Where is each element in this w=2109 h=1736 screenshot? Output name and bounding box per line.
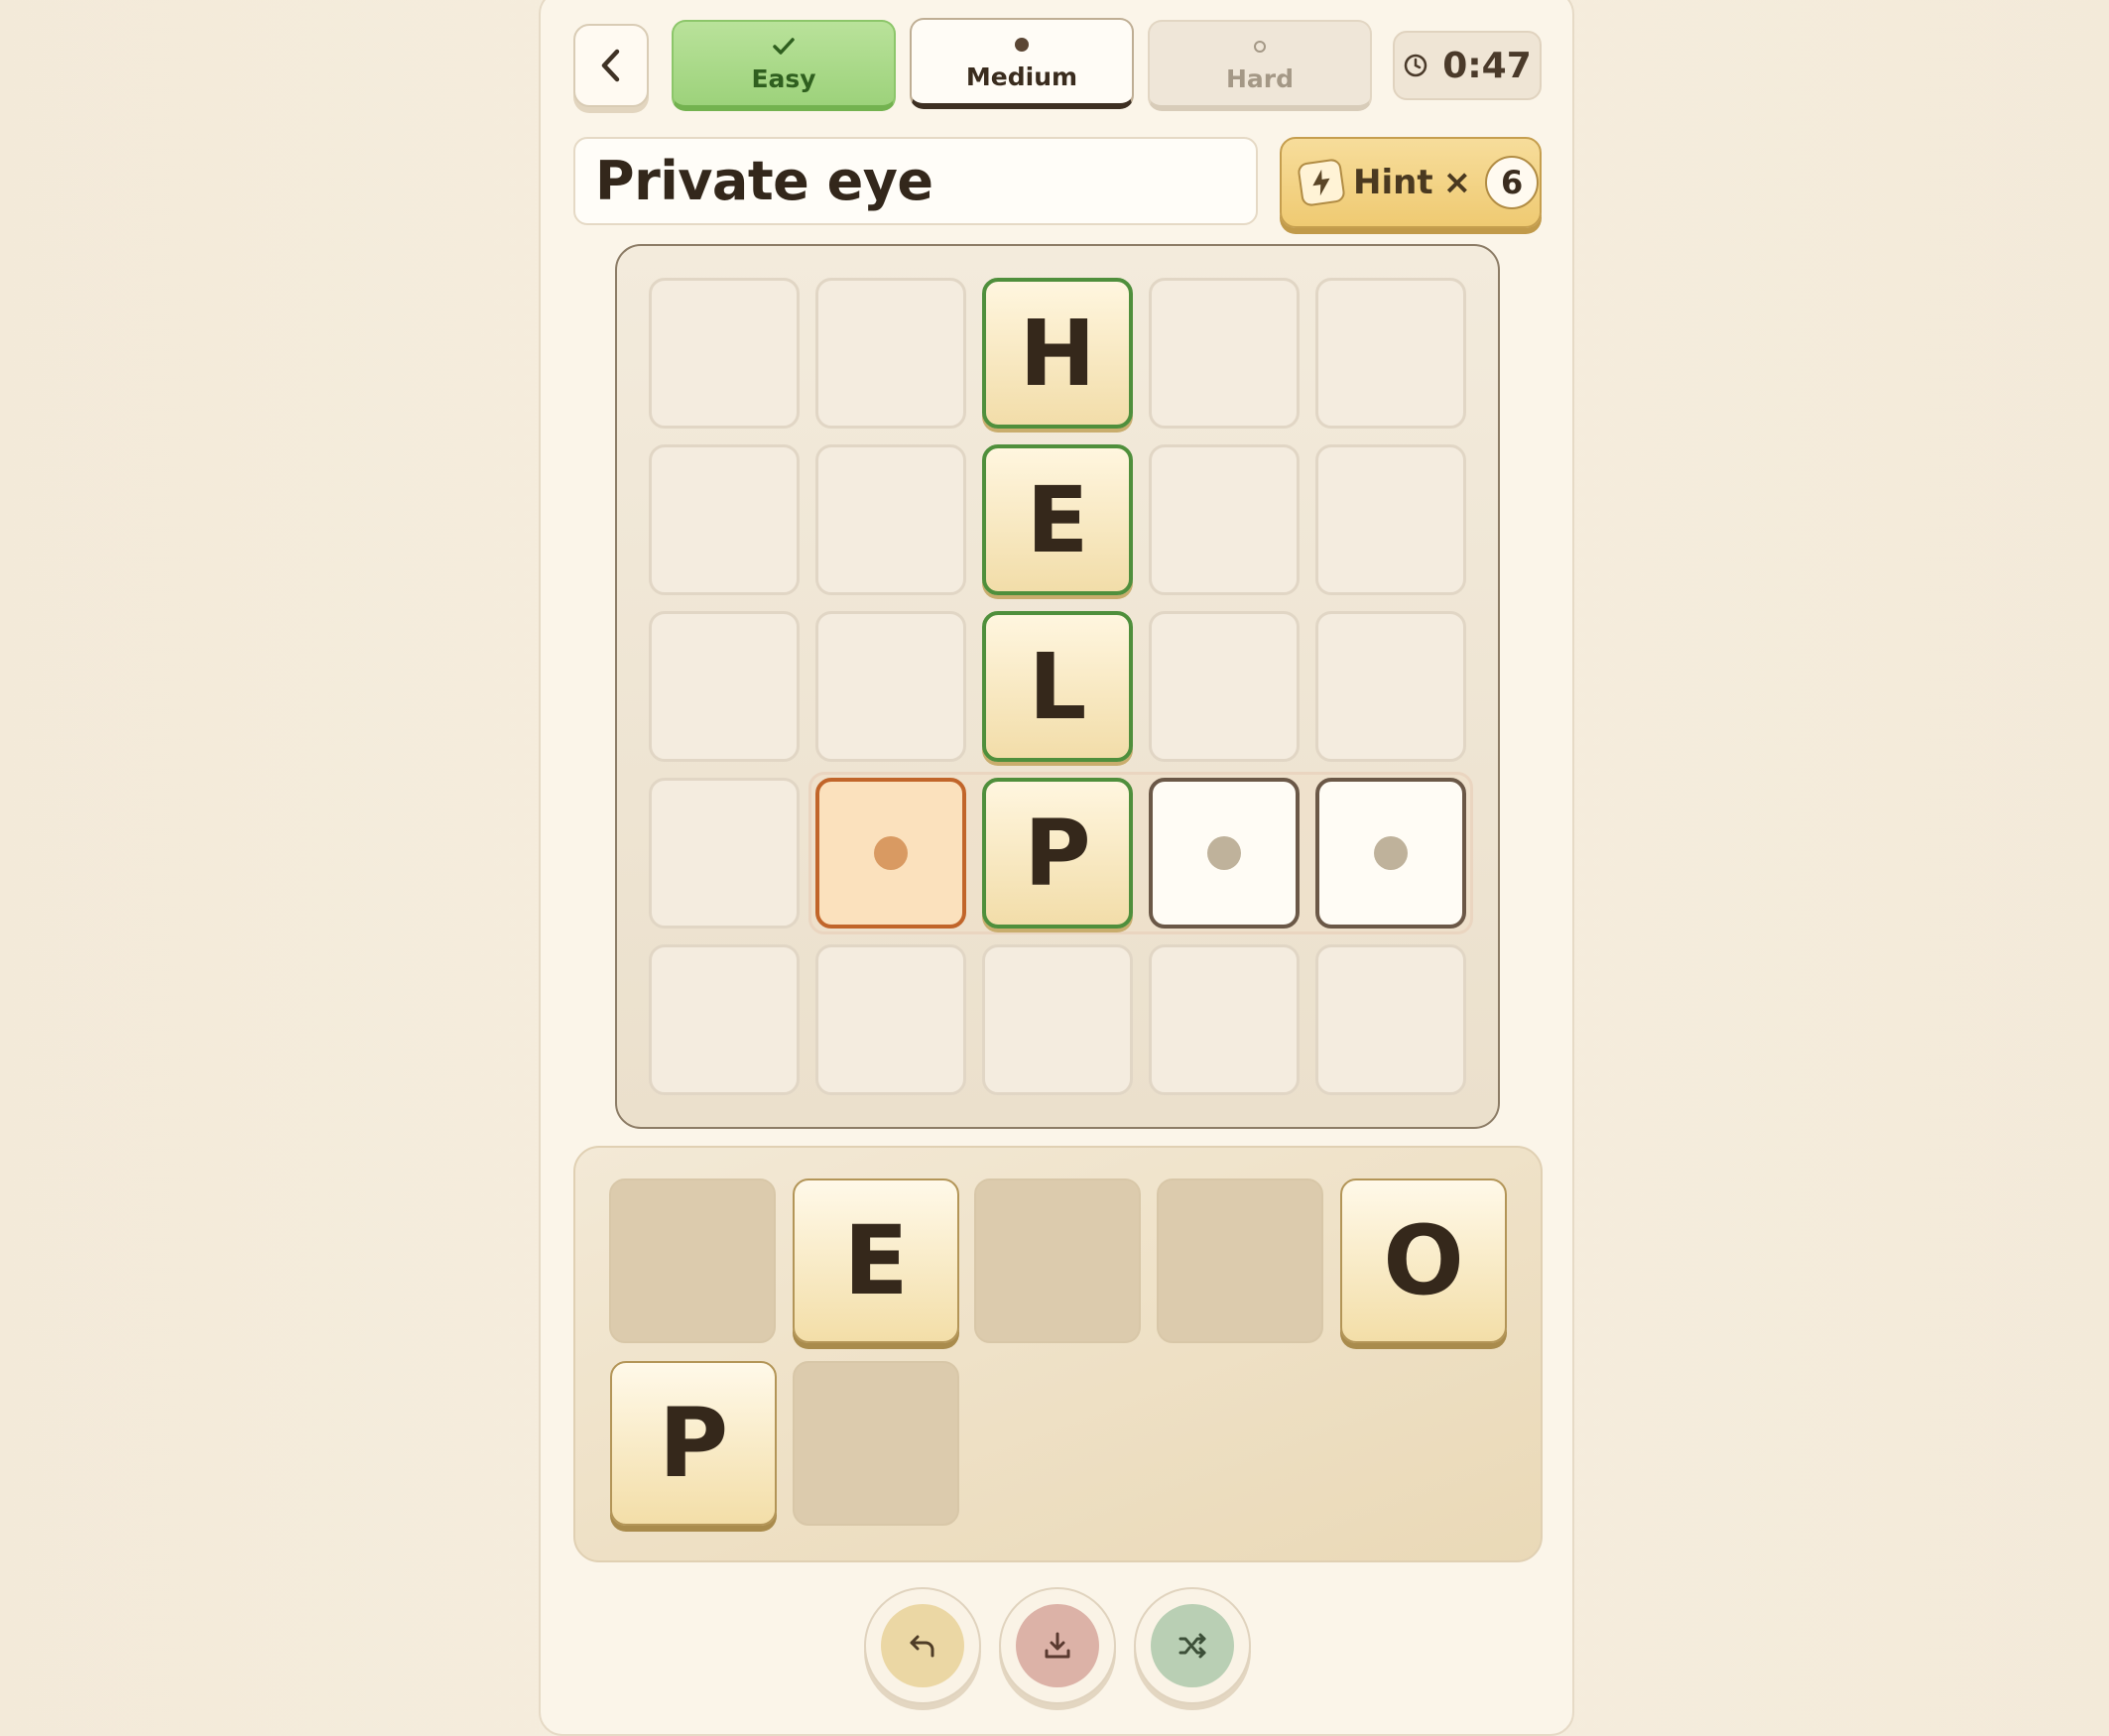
- hint-times: ×: [1442, 163, 1472, 202]
- download-icon: [1045, 1632, 1070, 1659]
- check-icon: [773, 37, 795, 55]
- board-cell[interactable]: [815, 611, 966, 762]
- board-cell[interactable]: [815, 444, 966, 595]
- undo-icon: [910, 1635, 934, 1658]
- empty-dot: [1374, 836, 1408, 870]
- hint-button[interactable]: Hint × 6: [1280, 137, 1542, 228]
- difficulty-easy-button[interactable]: Easy: [672, 20, 896, 111]
- board-cell[interactable]: [982, 944, 1133, 1095]
- tray-slot-empty: [974, 1178, 1141, 1343]
- clue-text: Private eye: [595, 150, 933, 212]
- board-cell[interactable]: [1149, 278, 1300, 429]
- board-cell[interactable]: [1315, 278, 1466, 429]
- board-cell[interactable]: [1315, 944, 1466, 1095]
- undo-button[interactable]: [864, 1587, 981, 1704]
- chevron-left-icon: [601, 49, 620, 82]
- board-cell[interactable]: [1149, 444, 1300, 595]
- difficulty-medium-button[interactable]: Medium: [910, 18, 1134, 109]
- cursor-dot: [874, 836, 908, 870]
- tray-slot-empty: [793, 1361, 959, 1526]
- board-cell-pending[interactable]: [1315, 778, 1466, 929]
- board-cell[interactable]: [649, 611, 800, 762]
- difficulty-hard-button[interactable]: Hard: [1148, 20, 1372, 111]
- shuffle-button[interactable]: [1134, 1587, 1251, 1704]
- timer: 0:47: [1393, 31, 1542, 100]
- board-cell-correct[interactable]: H: [982, 278, 1133, 429]
- board-cell-pending[interactable]: [1149, 778, 1300, 929]
- board-cell-correct[interactable]: P: [982, 778, 1133, 929]
- board-cell[interactable]: [815, 944, 966, 1095]
- board-cell[interactable]: [1149, 611, 1300, 762]
- difficulty-hard-label: Hard: [1225, 63, 1295, 93]
- board-cell[interactable]: [649, 944, 800, 1095]
- timer-value: 0:47: [1442, 45, 1532, 86]
- tray-slot-empty: [1157, 1178, 1323, 1343]
- tray-slot-empty: [609, 1178, 776, 1343]
- letter-tile[interactable]: E: [793, 1178, 959, 1343]
- hint-count: 6: [1485, 156, 1540, 209]
- board-cell[interactable]: [815, 278, 966, 429]
- letter-tile[interactable]: O: [1340, 1178, 1507, 1343]
- board-cell-correct[interactable]: L: [982, 611, 1133, 762]
- clock-icon: [1404, 54, 1427, 77]
- board-cell[interactable]: [1149, 944, 1300, 1095]
- difficulty-medium-label: Medium: [965, 62, 1078, 91]
- clue-box: Private eye: [573, 137, 1258, 225]
- shuffle-icon: [1179, 1633, 1206, 1659]
- undo-button-face: [881, 1604, 964, 1687]
- board-cell[interactable]: [649, 278, 800, 429]
- dot-ring-icon: [1254, 40, 1266, 53]
- hint-label: Hint: [1353, 163, 1433, 202]
- back-button[interactable]: [573, 24, 649, 107]
- lightning-icon: [1297, 158, 1346, 207]
- dot-filled-icon: [1015, 37, 1029, 52]
- board-cell-correct[interactable]: E: [982, 444, 1133, 595]
- shuffle-button-face: [1151, 1604, 1234, 1687]
- board-cell[interactable]: [1315, 611, 1466, 762]
- download-button[interactable]: [999, 1587, 1116, 1704]
- board-cell[interactable]: [649, 444, 800, 595]
- board-cell-active[interactable]: [815, 778, 966, 929]
- difficulty-easy-label: Easy: [751, 63, 816, 93]
- board-cell[interactable]: [649, 778, 800, 929]
- letter-tile[interactable]: P: [610, 1361, 777, 1526]
- board-cell[interactable]: [1315, 444, 1466, 595]
- download-button-face: [1016, 1604, 1099, 1687]
- empty-dot: [1207, 836, 1241, 870]
